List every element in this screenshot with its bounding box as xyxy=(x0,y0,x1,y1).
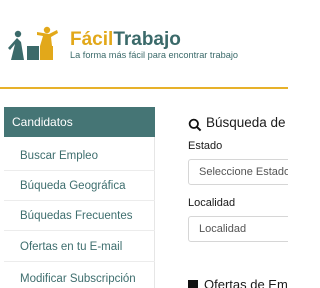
tagline: La forma más fácil para encontrar trabaj… xyxy=(70,50,239,60)
sidebar-item-modificar-subscripcion[interactable]: Modificar Subscripción xyxy=(4,264,155,288)
main-content: Búsqueda de C Estado Seleccione Estado L… xyxy=(156,107,288,288)
sidebar-item-busqueda-geografica[interactable]: Búqueda Geográfica xyxy=(4,171,155,201)
brand-part1: Fácil xyxy=(70,29,114,50)
sidebar-header-candidatos[interactable]: Candidatos xyxy=(4,107,155,137)
offers-section-title: Ofertas de Em xyxy=(188,277,288,288)
brand-name[interactable]: FácilTrabajo xyxy=(70,30,181,50)
sidebar-item-buscar-empleo[interactable]: Buscar Empleo xyxy=(4,141,155,171)
square-icon xyxy=(188,280,198,288)
search-title-text: Búsqueda de C xyxy=(206,115,288,130)
sidebar: Candidatos Buscar Empleo Búqueda Geográf… xyxy=(4,107,155,288)
estado-label: Estado xyxy=(188,140,223,152)
sidebar-item-busquedas-frecuentes[interactable]: Búquedas Frecuentes xyxy=(4,201,155,231)
localidad-input[interactable]: Localidad xyxy=(188,216,288,242)
offers-title-text: Ofertas de Em xyxy=(204,277,288,288)
localidad-label: Localidad xyxy=(188,197,236,209)
brand-part2: Trabajo xyxy=(113,29,181,50)
header-divider xyxy=(0,87,288,89)
site-header: FácilTrabajo La forma más fácil para enc… xyxy=(0,0,288,88)
logo-icon[interactable] xyxy=(5,22,65,62)
search-section-title: Búsqueda de C xyxy=(188,115,288,130)
sidebar-item-ofertas-email[interactable]: Ofertas en tu E-mail xyxy=(4,232,155,262)
estado-select[interactable]: Seleccione Estado xyxy=(188,159,288,185)
